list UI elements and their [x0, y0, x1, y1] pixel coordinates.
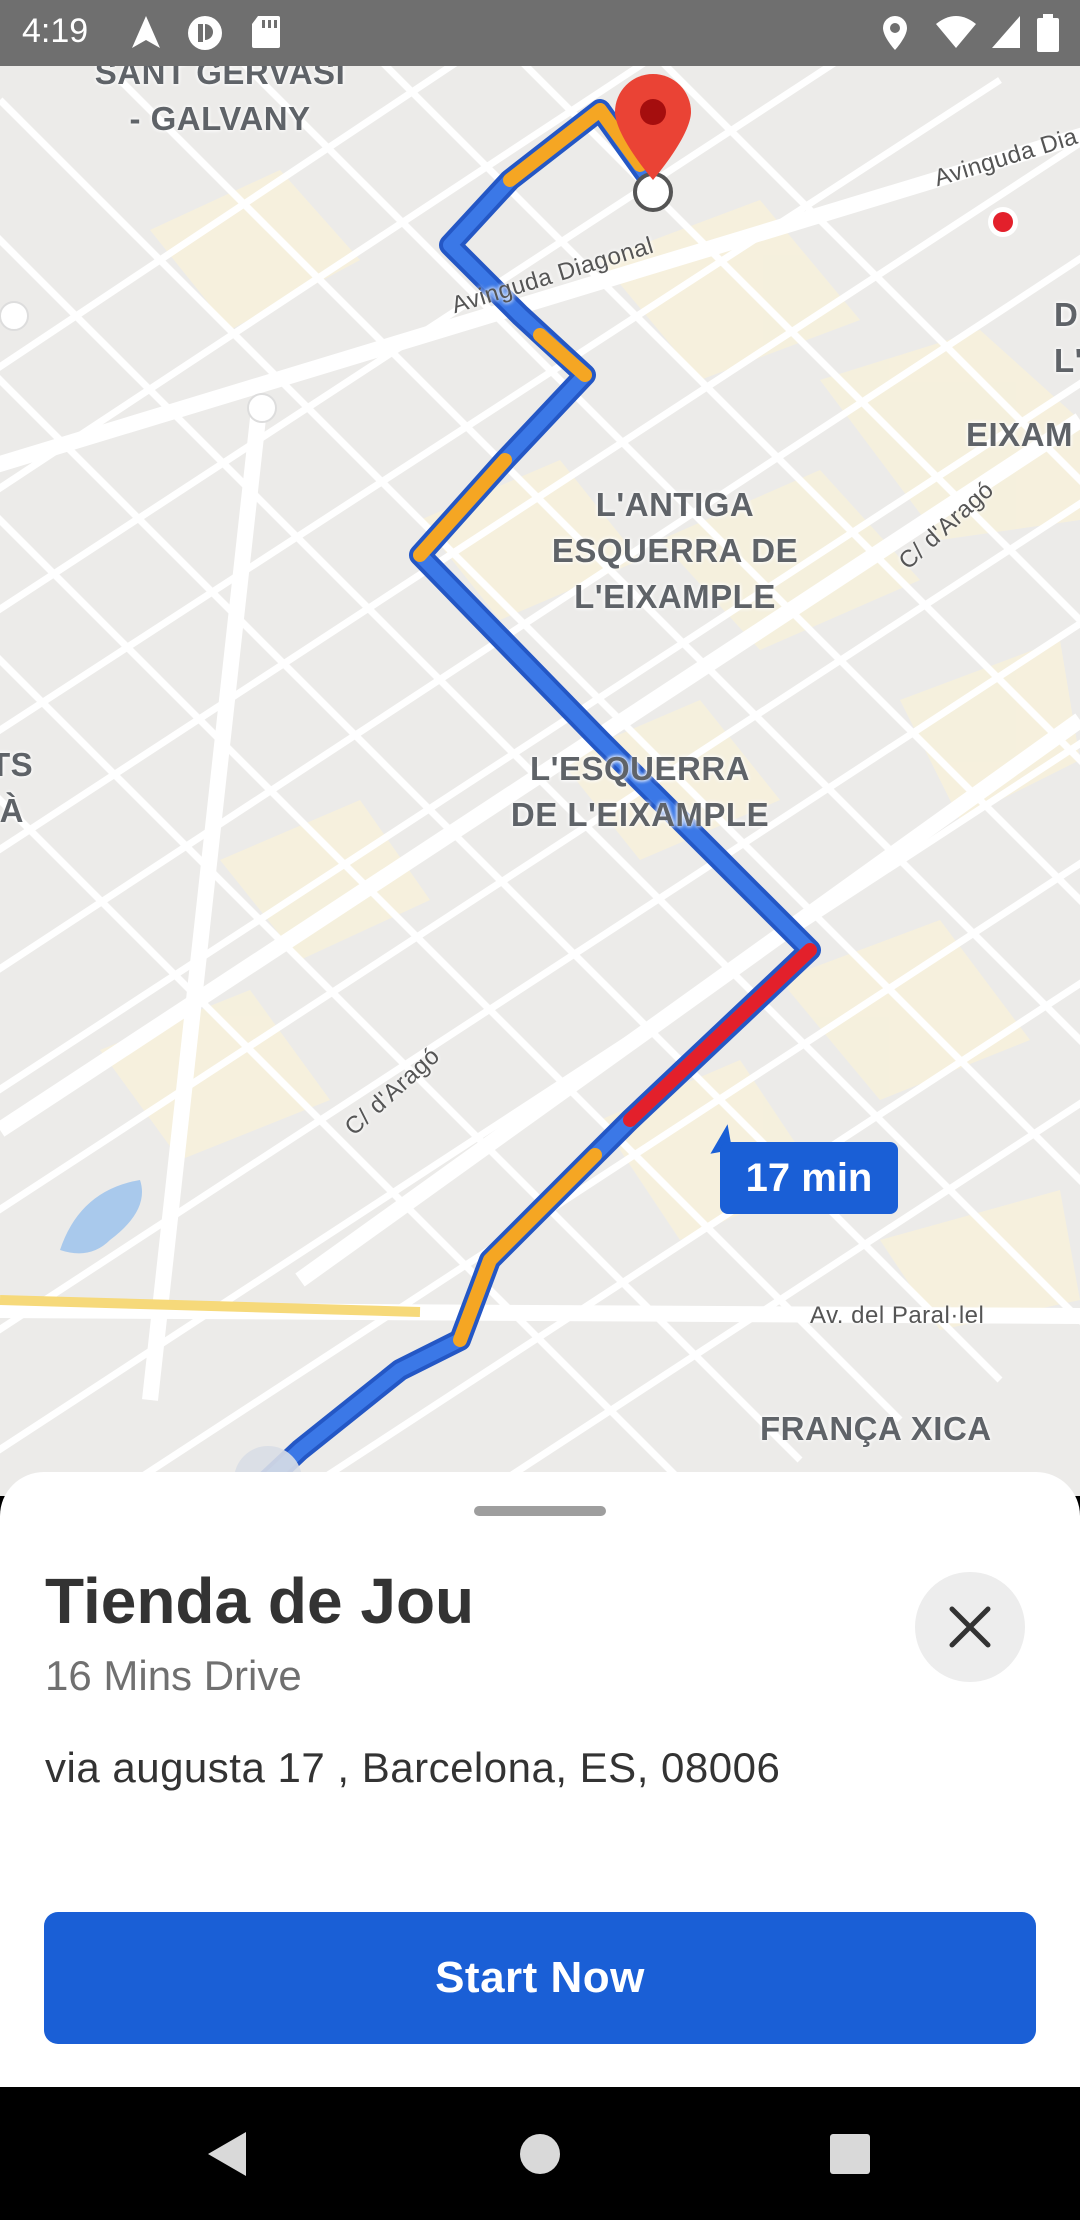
status-time: 4:19 — [22, 12, 89, 50]
drive-time: 16 Mins Drive — [45, 1652, 302, 1699]
back-icon — [208, 2131, 246, 2176]
app-notification-icon — [186, 14, 224, 57]
street-label-parallel: Av. del Paral·lel — [810, 1302, 985, 1329]
district-label-eixample: EIXAM — [966, 416, 1074, 453]
sd-card-icon — [250, 14, 282, 55]
place-name: Tienda de Jou — [45, 1565, 475, 1637]
start-now-button[interactable]: Start Now — [44, 1912, 1036, 2044]
status-bar: 4:19 — [0, 0, 1080, 66]
district-label-left-edge: TS IÀ — [0, 746, 34, 829]
district-label-esquerra: L'ESQUERRA DE L'EIXAMPLE — [510, 750, 770, 833]
nav-back-button[interactable] — [156, 2087, 296, 2220]
system-nav-bar — [0, 2087, 1080, 2220]
nav-home-button[interactable] — [470, 2087, 610, 2220]
place-details-sheet: Tienda de Jou 16 Mins Drive via augusta … — [0, 1472, 1080, 2087]
close-icon — [949, 1606, 991, 1648]
signal-icon — [990, 14, 1022, 55]
route-map[interactable]: SANT GERVASI - GALVANY L'ANTIGA ESQUERRA… — [0, 66, 1080, 1496]
wifi-icon — [934, 14, 978, 55]
navigation-arrow-icon — [128, 14, 164, 55]
nav-recents-button[interactable] — [780, 2087, 920, 2220]
close-button[interactable] — [915, 1572, 1025, 1682]
place-address: via augusta 17 , Barcelona, ES, 08006 — [45, 1744, 781, 1791]
district-label-antiga-esquerra: L'ANTIGA ESQUERRA DE L'EIXAMPLE — [551, 486, 799, 615]
battery-icon — [1036, 14, 1060, 57]
district-label-franca: FRANÇA XICA — [760, 1410, 992, 1447]
district-label-right-edge: D L' — [1054, 296, 1080, 379]
sheet-drag-handle[interactable] — [474, 1506, 606, 1516]
eta-badge: 17 min — [720, 1142, 898, 1214]
location-pin-icon — [880, 14, 910, 57]
home-icon — [520, 2133, 560, 2174]
recents-icon — [830, 2133, 870, 2174]
district-label-sant-gervasi: SANT GERVASI - GALVANY — [94, 66, 346, 137]
